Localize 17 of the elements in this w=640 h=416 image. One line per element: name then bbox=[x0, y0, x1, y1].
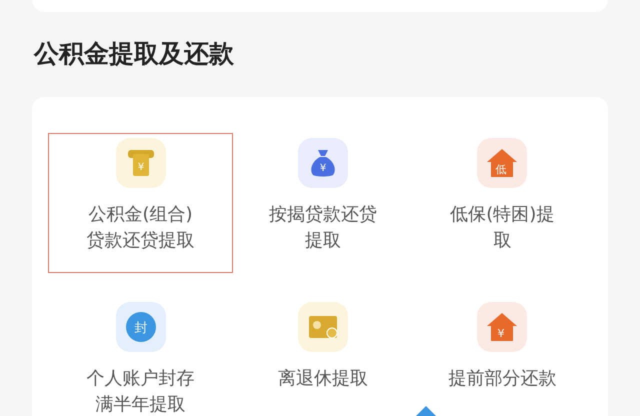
item-label: 公积金(组合)贷款还贷提取 bbox=[86, 203, 196, 253]
item-label: 离退休提取 bbox=[276, 367, 369, 391]
menu-item[interactable]: 低 低保(特困)提取 bbox=[412, 133, 592, 273]
menu-item[interactable]: ¥ 公积金(组合)贷款还贷提取 bbox=[48, 133, 233, 273]
seal-icon: 封 bbox=[124, 310, 158, 344]
house-icon: ¥ bbox=[485, 310, 520, 344]
diamond-icon bbox=[416, 406, 436, 416]
menu-item[interactable]: ¥ 按揭贷款还贷提取 bbox=[233, 133, 412, 273]
menu-item[interactable]: 封 个人账户封存满半年提取 bbox=[48, 297, 233, 416]
item-label: 提前部分还款 bbox=[447, 367, 558, 391]
house-icon: 低 bbox=[485, 146, 520, 180]
item-label: 按揭贷款还贷提取 bbox=[268, 203, 378, 253]
menu-item[interactable]: ¥ 提前部分还款 bbox=[412, 297, 592, 416]
item-label: 低保(特困)提取 bbox=[449, 203, 556, 253]
menu-item[interactable]: 离退休提取 bbox=[233, 297, 412, 416]
item-label: 个人账户封存满半年提取 bbox=[86, 367, 196, 416]
section-title: 公积金提取及还款 bbox=[32, 38, 235, 70]
